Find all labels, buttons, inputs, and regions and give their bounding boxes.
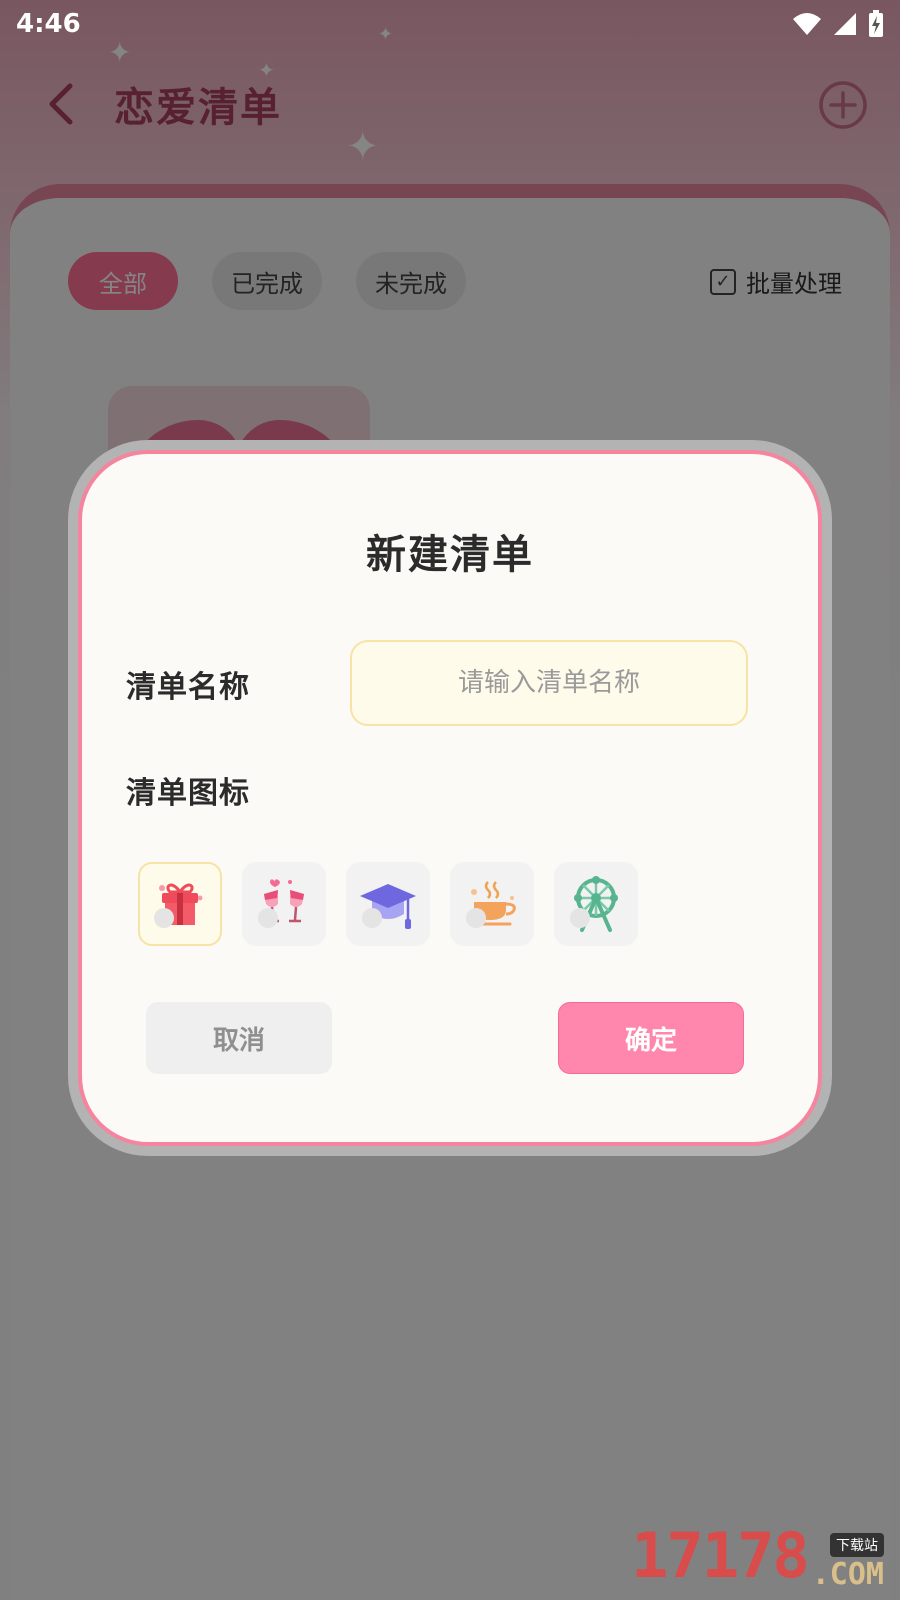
icon-picker <box>138 862 638 946</box>
icon-option-coffee[interactable] <box>450 862 534 946</box>
icon-option-gift[interactable] <box>138 862 222 946</box>
list-icon-label: 清单图标 <box>126 776 250 811</box>
icon-shadow <box>258 908 278 928</box>
status-bar: 4:46 <box>0 0 900 48</box>
icon-option-ferris-wheel[interactable] <box>554 862 638 946</box>
icon-shadow <box>570 908 590 928</box>
watermark-tag: 下载站 <box>830 1533 884 1557</box>
site-watermark-logo: 17178 下载站 .COM <box>631 1519 884 1592</box>
dialog-frame: 新建清单 清单名称 清单图标 <box>68 440 832 1156</box>
watermark-number: 17178 <box>631 1519 810 1592</box>
icon-option-toast[interactable] <box>242 862 326 946</box>
status-time: 4:46 <box>16 9 81 39</box>
wifi-icon <box>793 13 821 35</box>
watermark-domain: .COM <box>811 1557 884 1592</box>
icon-shadow <box>466 908 486 928</box>
battery-charging-icon <box>869 10 883 37</box>
status-icons <box>792 10 884 38</box>
new-list-dialog: 新建清单 清单名称 清单图标 <box>78 450 822 1146</box>
signal-icon <box>834 13 856 35</box>
cancel-button[interactable]: 取消 <box>146 1002 332 1074</box>
icon-option-graduation[interactable] <box>346 862 430 946</box>
dialog-title: 新建清单 <box>366 532 534 578</box>
list-name-label: 清单名称 <box>126 670 250 705</box>
watermark-side: 下载站 .COM <box>812 1533 884 1592</box>
confirm-button[interactable]: 确定 <box>558 1002 744 1074</box>
icon-shadow <box>154 908 174 928</box>
icon-shadow <box>362 908 382 928</box>
list-name-input[interactable] <box>350 640 748 726</box>
